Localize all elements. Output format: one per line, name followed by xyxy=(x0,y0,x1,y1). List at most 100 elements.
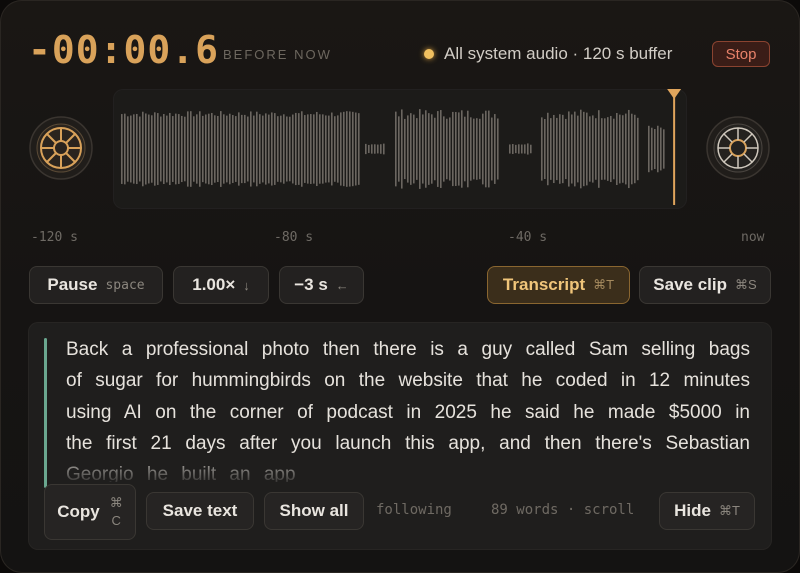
waveform-bar xyxy=(178,114,180,184)
hide-transcript-button[interactable]: Hide ⌘T xyxy=(659,492,755,530)
waveform-bar xyxy=(601,118,603,180)
waveform-bar xyxy=(349,111,351,187)
stop-button[interactable]: Stop xyxy=(712,41,770,67)
waveform-bar xyxy=(637,117,639,181)
waveform-bar xyxy=(313,114,315,184)
waveform-bar xyxy=(497,118,499,180)
speed-label: 1.00× xyxy=(192,275,236,294)
time-offset-display: -00:00.6 xyxy=(28,28,220,72)
waveform-bar xyxy=(380,144,382,154)
pause-shortcut: space xyxy=(105,277,145,293)
waveform-bar xyxy=(172,116,174,182)
waveform-bar xyxy=(298,113,300,185)
waveform-bar xyxy=(142,111,144,187)
waveform-bar xyxy=(166,115,168,183)
audio-source-status: All system audio · 120 s buffer xyxy=(444,44,673,63)
command-key-icon: ⌘ xyxy=(109,495,123,510)
waveform-bar xyxy=(226,115,228,183)
waveform-bar xyxy=(440,110,442,188)
waveform-bar xyxy=(622,115,624,183)
waveform-bar xyxy=(202,115,204,183)
waveform-bar xyxy=(660,127,662,171)
timeline-tick: -40 s xyxy=(508,230,548,245)
waveform-bar xyxy=(547,112,549,186)
waveform-bar xyxy=(190,111,192,187)
waveform-bar xyxy=(286,116,288,182)
waveform-bar xyxy=(355,112,357,186)
waveform-bar xyxy=(214,115,216,183)
waveform-bar xyxy=(434,117,436,181)
waveform-bar xyxy=(334,116,336,182)
waveform-bar xyxy=(464,116,466,182)
following-status: following xyxy=(376,502,452,518)
waveform-display[interactable] xyxy=(113,89,687,209)
waveform-bar xyxy=(211,112,213,186)
waveform-bar xyxy=(407,115,409,183)
waveform-bar xyxy=(598,110,600,188)
waveform-bar xyxy=(425,110,427,188)
waveform-bar xyxy=(401,109,403,189)
pause-button[interactable]: Pause space xyxy=(29,266,163,304)
waveform-bar xyxy=(304,115,306,183)
waveform-bar xyxy=(250,111,252,187)
transcript-shortcut: ⌘T xyxy=(593,277,615,292)
waveform-bar xyxy=(352,111,354,187)
playhead-line[interactable] xyxy=(673,93,676,205)
copy-button[interactable]: Copy ⌘ C xyxy=(44,484,136,540)
timeline-tick: -120 s xyxy=(31,230,78,245)
waveform-bar xyxy=(404,118,406,180)
waveform-bar xyxy=(568,111,570,187)
waveform-bar xyxy=(634,114,636,184)
waveform-bar xyxy=(374,144,376,154)
waveform-bar xyxy=(365,143,367,155)
waveform-bar xyxy=(151,115,153,183)
reel-icon[interactable] xyxy=(706,116,770,180)
playback-speed-button[interactable]: 1.00× ↓ xyxy=(173,266,269,304)
waveform-bar xyxy=(437,111,439,187)
transcript-toggle-button[interactable]: Transcript ⌘T xyxy=(487,266,630,304)
waveform-bar xyxy=(253,115,255,183)
waveform-bar xyxy=(470,117,472,181)
waveform-bar xyxy=(648,125,650,173)
waveform-bar xyxy=(229,113,231,185)
waveform-bar xyxy=(410,113,412,185)
waveform-bar xyxy=(145,113,147,185)
pause-label: Pause xyxy=(47,275,98,294)
save-clip-button[interactable]: Save clip ⌘S xyxy=(639,266,771,304)
waveform-bar xyxy=(461,110,463,188)
save-clip-label: Save clip xyxy=(653,275,728,294)
waveform-bar xyxy=(148,114,150,184)
waveform-graph xyxy=(121,89,682,205)
reel-icon[interactable] xyxy=(29,116,93,180)
waveform-bar xyxy=(235,116,237,182)
waveform-bar xyxy=(616,112,618,186)
waveform-bar xyxy=(580,109,582,189)
waveform-bar xyxy=(196,114,198,184)
playhead-marker-icon[interactable] xyxy=(667,89,682,99)
waveform-bar xyxy=(541,117,543,181)
waveform-bar xyxy=(524,144,526,154)
waveform-bar xyxy=(316,111,318,187)
copy-label: Copy xyxy=(57,502,100,521)
waveform-bar xyxy=(431,114,433,184)
waveform-bar xyxy=(340,112,342,186)
waveform-bar xyxy=(458,112,460,186)
waveform-bar xyxy=(473,118,475,180)
waveform-bar xyxy=(310,114,312,184)
waveform-bar xyxy=(452,111,454,187)
waveform-bar xyxy=(154,112,156,186)
waveform-bar xyxy=(130,115,132,183)
waveform-bar xyxy=(256,111,258,187)
waveform-bar xyxy=(160,116,162,182)
waveform-bar xyxy=(625,113,627,185)
waveform-bar xyxy=(574,111,576,187)
waveform-bar xyxy=(268,114,270,184)
save-text-button[interactable]: Save text xyxy=(146,492,254,530)
skip-back-button[interactable]: −3 s ← xyxy=(279,266,364,304)
transcript-panel[interactable]: Back a professional photo then there is … xyxy=(28,322,772,550)
waveform-bar xyxy=(259,114,261,184)
waveform-bar xyxy=(319,114,321,184)
show-all-button[interactable]: Show all xyxy=(264,492,364,530)
time-offset-caption: BEFORE NOW xyxy=(223,47,332,62)
waveform-bar xyxy=(654,129,656,169)
